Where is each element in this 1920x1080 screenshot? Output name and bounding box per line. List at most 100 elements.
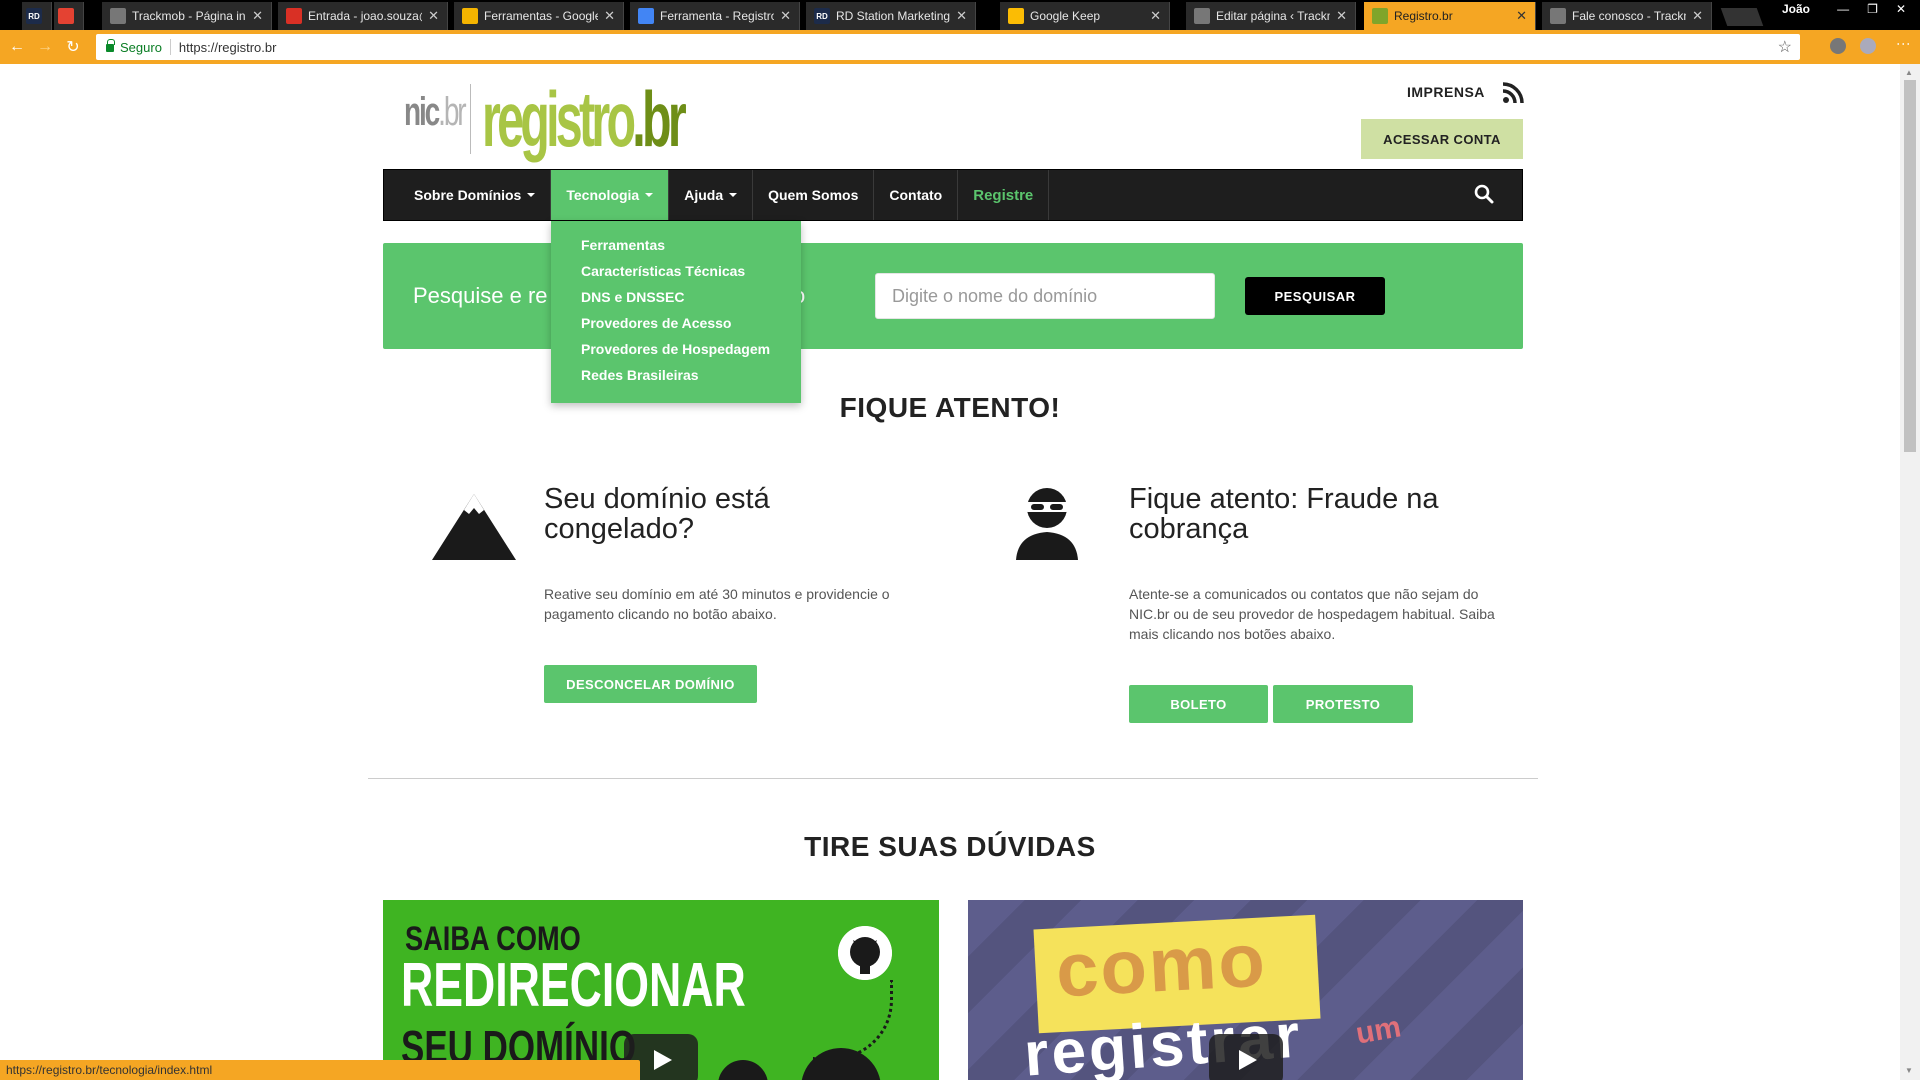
tab-title: Editar página ‹ Trackm (1216, 9, 1331, 23)
nav-item-ajuda[interactable]: Ajuda (669, 170, 754, 220)
tab-title: Entrada - joao.souza@ (308, 9, 423, 23)
card-fraude-text: Atente-se a comunicados ou contatos que … (1129, 586, 1495, 642)
nav-label: Quem Somos (768, 187, 859, 203)
fique-atento-title: FIQUE ATENTO! (839, 392, 1061, 423)
tab-title: Ferramenta - Registro (660, 9, 775, 23)
close-icon[interactable]: ✕ (1692, 8, 1703, 24)
play-button-icon[interactable] (1209, 1034, 1283, 1080)
facebook-icon (718, 1060, 768, 1080)
tab-google-keep[interactable]: Google Keep ✕ (1000, 2, 1170, 30)
url-text[interactable]: https://registro.br (179, 40, 277, 55)
nav-label: Registre (973, 186, 1034, 204)
dropdown-item-redes-brasileiras[interactable]: Redes Brasileiras (551, 365, 801, 391)
scroll-down-arrow-icon[interactable]: ▼ (1905, 1066, 1913, 1075)
address-bar[interactable]: Seguro https://registro.br ☆ (96, 34, 1800, 60)
tab-rd-pinned[interactable]: RD (22, 2, 52, 30)
status-bar-url: https://registro.br/tecnologia/index.htm… (0, 1060, 640, 1080)
browser-toolbar: ← → ↻ Seguro https://registro.br ☆ ⋮ (0, 30, 1920, 64)
extension-icon[interactable] (1830, 38, 1846, 54)
registro-icon (1372, 8, 1388, 24)
back-arrow-icon[interactable]: ← (6, 38, 28, 56)
extension-icon[interactable] (1860, 38, 1876, 54)
main-navigation: Sobre Domínios Tecnologia Ajuda Quem Som… (383, 169, 1523, 221)
boleto-button[interactable]: BOLETO (1129, 685, 1268, 723)
pesquisar-button[interactable]: PESQUISAR (1245, 277, 1385, 315)
section-divider (368, 778, 1538, 779)
tab-rd-station[interactable]: RD RD Station Marketing ✕ (806, 2, 976, 30)
browser-menu-icon[interactable]: ⋮ (1896, 37, 1912, 50)
close-icon[interactable]: ✕ (780, 8, 791, 24)
browser-tab-strip: RD Trackmob - Página inic ✕ Entrada - jo… (0, 0, 1920, 30)
nav-item-tecnologia[interactable]: Tecnologia (551, 170, 670, 220)
profile-name[interactable]: João (1782, 2, 1810, 16)
close-icon[interactable]: ✕ (956, 8, 967, 24)
nav-label: Ajuda (684, 187, 724, 203)
close-icon[interactable]: ✕ (1516, 8, 1527, 24)
close-icon[interactable]: ✕ (252, 8, 263, 24)
tab-title: Ferramentas - Google (484, 9, 599, 23)
tecnologia-dropdown-menu: Ferramentas Características Técnicas DNS… (551, 221, 801, 403)
video-redirecionar-dominio[interactable]: SAIBA COMO REDIRECIONAR SEU DOMÍNIO (383, 900, 939, 1080)
mountain-icon (432, 494, 516, 560)
search-icon[interactable] (1474, 184, 1494, 204)
dropdown-item-dns-dnssec[interactable]: DNS e DNSSEC (551, 287, 801, 313)
todoist-icon (58, 8, 74, 24)
card-congelado-title: Seu domínio está congelado? (544, 483, 770, 545)
close-window-icon[interactable]: ✕ (1896, 2, 1906, 16)
nav-item-contato[interactable]: Contato (874, 170, 959, 220)
close-icon[interactable]: ✕ (428, 8, 439, 24)
scrollbar-thumb[interactable] (1904, 80, 1916, 452)
tab-registro-active[interactable]: Registro.br ✕ (1364, 2, 1536, 30)
rss-icon[interactable] (1502, 82, 1524, 104)
protesto-button[interactable]: PROTESTO (1273, 685, 1413, 723)
secure-label: Seguro (120, 39, 162, 55)
logo-registro-text: registro (482, 75, 636, 163)
caret-down-icon (645, 193, 654, 197)
logo-nic-text: nic (404, 90, 440, 134)
new-tab-button[interactable] (1720, 8, 1764, 26)
minimize-icon[interactable]: — (1837, 2, 1849, 16)
nav-label: Tecnologia (566, 187, 640, 203)
imprensa-link[interactable]: IMPRENSA (1407, 84, 1485, 100)
nav-item-quem-somos[interactable]: Quem Somos (753, 170, 875, 220)
close-icon[interactable]: ✕ (1150, 8, 1161, 24)
dropdown-item-ferramentas[interactable]: Ferramentas (551, 235, 801, 261)
docs-icon (638, 8, 654, 24)
scroll-up-arrow-icon[interactable]: ▲ (1905, 68, 1913, 77)
video-como-registrar[interactable]: como registrar um (968, 900, 1523, 1080)
dropdown-item-caracteristicas[interactable]: Características Técnicas (551, 261, 801, 287)
bookmark-star-icon[interactable]: ☆ (1778, 37, 1792, 57)
dropdown-item-provedores-acesso[interactable]: Provedores de Acesso (551, 313, 801, 339)
desconcelar-dominio-button[interactable]: DESCONCELAR DOMÍNIO (544, 665, 757, 703)
page-content: nic.br registro.br IMPRENSA ACESSAR CONT… (0, 64, 1900, 1080)
registro-br-logo[interactable]: registro.br (482, 74, 687, 165)
acessar-conta-button[interactable]: ACESSAR CONTA (1361, 119, 1523, 159)
tab-trackmob-home[interactable]: Trackmob - Página inic ✕ (102, 2, 272, 30)
nic-br-logo[interactable]: nic.br (404, 90, 467, 135)
tire-suas-duvidas-title: TIRE SUAS DÚVIDAS (804, 831, 1096, 862)
page-icon (1194, 8, 1210, 24)
tab-title: Fale conosco - Trackm (1572, 9, 1687, 23)
close-icon[interactable]: ✕ (604, 8, 615, 24)
close-icon[interactable]: ✕ (1336, 8, 1347, 24)
restore-icon[interactable]: ❐ (1867, 2, 1878, 16)
card-fraude-title: Fique atento: Fraude na cobrança (1129, 483, 1439, 545)
reload-icon[interactable]: ↻ (62, 37, 84, 57)
hacker-icon (1016, 488, 1078, 560)
domain-search-input[interactable] (875, 273, 1215, 319)
caret-down-icon (729, 193, 738, 197)
tab-google-drive[interactable]: Ferramentas - Google ✕ (454, 2, 624, 30)
nav-item-registre[interactable]: Registre (958, 170, 1050, 220)
nav-item-sobre-dominios[interactable]: Sobre Domínios (384, 170, 552, 220)
tab-todoist-pinned[interactable] (54, 2, 84, 30)
card-congelado-text: Reative seu domínio em até 30 minutos e … (544, 586, 890, 622)
tab-google-docs[interactable]: Ferramenta - Registro ✕ (630, 2, 800, 30)
tab-fale-conosco[interactable]: Fale conosco - Trackm ✕ (1542, 2, 1712, 30)
tab-gmail[interactable]: Entrada - joao.souza@ ✕ (278, 2, 448, 30)
tab-title: RD Station Marketing (836, 9, 951, 23)
logo-nic-suffix: .br (438, 90, 466, 134)
logo-divider (470, 84, 471, 154)
dropdown-item-provedores-hospedagem[interactable]: Provedores de Hospedagem (551, 339, 801, 365)
forward-arrow-icon[interactable]: → (34, 38, 56, 56)
tab-editar-pagina[interactable]: Editar página ‹ Trackm ✕ (1186, 2, 1356, 30)
